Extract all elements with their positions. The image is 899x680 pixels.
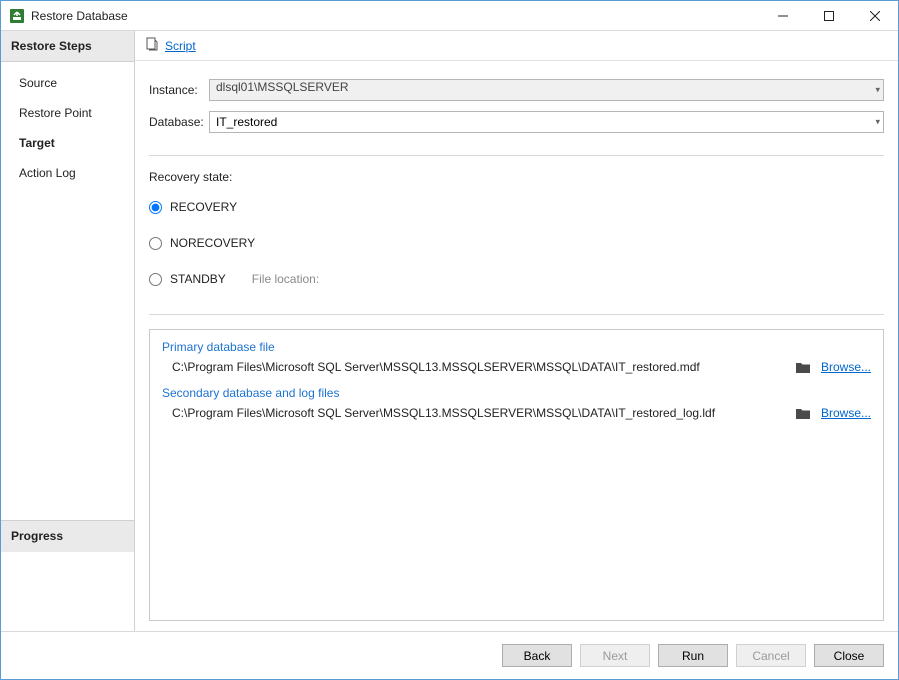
progress-header: Progress	[1, 520, 134, 551]
maximize-button[interactable]	[806, 1, 852, 31]
secondary-file-path: C:\Program Files\Microsoft SQL Server\MS…	[162, 406, 785, 420]
script-icon	[145, 37, 159, 54]
instance-label: Instance:	[149, 83, 209, 97]
radio-norecovery[interactable]: NORECOVERY	[149, 236, 884, 250]
instance-dropdown[interactable]: dlsql01\MSSQLSERVER	[209, 79, 884, 101]
run-button[interactable]: Run	[658, 644, 728, 667]
radio-norecovery-input[interactable]	[149, 237, 162, 250]
file-location-label: File location:	[252, 272, 319, 286]
step-target[interactable]: Target	[1, 128, 134, 158]
browse-primary-link[interactable]: Browse...	[821, 360, 871, 374]
close-window-button[interactable]	[852, 1, 898, 31]
titlebar: Restore Database	[1, 1, 898, 31]
restore-database-window: Restore Database Restore Steps Source Re…	[0, 0, 899, 680]
recovery-state-label: Recovery state:	[149, 170, 884, 184]
secondary-file-header: Secondary database and log files	[162, 386, 871, 400]
window-title: Restore Database	[31, 9, 128, 23]
radio-standby[interactable]: STANDBY File location:	[149, 272, 884, 286]
database-input[interactable]	[209, 111, 884, 133]
back-button[interactable]: Back	[502, 644, 572, 667]
radio-standby-label: STANDBY	[170, 272, 226, 286]
radio-norecovery-label: NORECOVERY	[170, 236, 255, 250]
separator	[149, 155, 884, 156]
progress-body	[1, 551, 134, 631]
radio-recovery[interactable]: RECOVERY	[149, 200, 884, 214]
step-action-log[interactable]: Action Log	[1, 158, 134, 188]
secondary-file-row: C:\Program Files\Microsoft SQL Server\MS…	[162, 406, 871, 420]
primary-file-path: C:\Program Files\Microsoft SQL Server\MS…	[162, 360, 785, 374]
script-link[interactable]: Script	[165, 39, 196, 53]
minimize-button[interactable]	[760, 1, 806, 31]
cancel-button: Cancel	[736, 644, 806, 667]
close-button[interactable]: Close	[814, 644, 884, 667]
folder-icon	[795, 407, 811, 420]
primary-file-header: Primary database file	[162, 340, 871, 354]
steps-list: Source Restore Point Target Action Log	[1, 62, 134, 520]
next-button: Next	[580, 644, 650, 667]
steps-header: Restore Steps	[1, 31, 134, 62]
radio-recovery-input[interactable]	[149, 201, 162, 214]
browse-secondary-link[interactable]: Browse...	[821, 406, 871, 420]
step-restore-point[interactable]: Restore Point	[1, 98, 134, 128]
primary-file-row: C:\Program Files\Microsoft SQL Server\MS…	[162, 360, 871, 374]
files-panel: Primary database file C:\Program Files\M…	[149, 329, 884, 621]
database-label: Database:	[149, 115, 209, 129]
radio-recovery-label: RECOVERY	[170, 200, 237, 214]
radio-standby-input[interactable]	[149, 273, 162, 286]
separator	[149, 314, 884, 315]
app-icon	[9, 8, 25, 24]
toolbar: Script	[135, 31, 898, 61]
step-source[interactable]: Source	[1, 68, 134, 98]
footer: Back Next Run Cancel Close	[1, 631, 898, 679]
folder-icon	[795, 361, 811, 374]
sidebar: Restore Steps Source Restore Point Targe…	[1, 31, 135, 631]
main-panel: Script Instance: dlsql01\MSSQLSERVER ▾ D…	[135, 31, 898, 631]
